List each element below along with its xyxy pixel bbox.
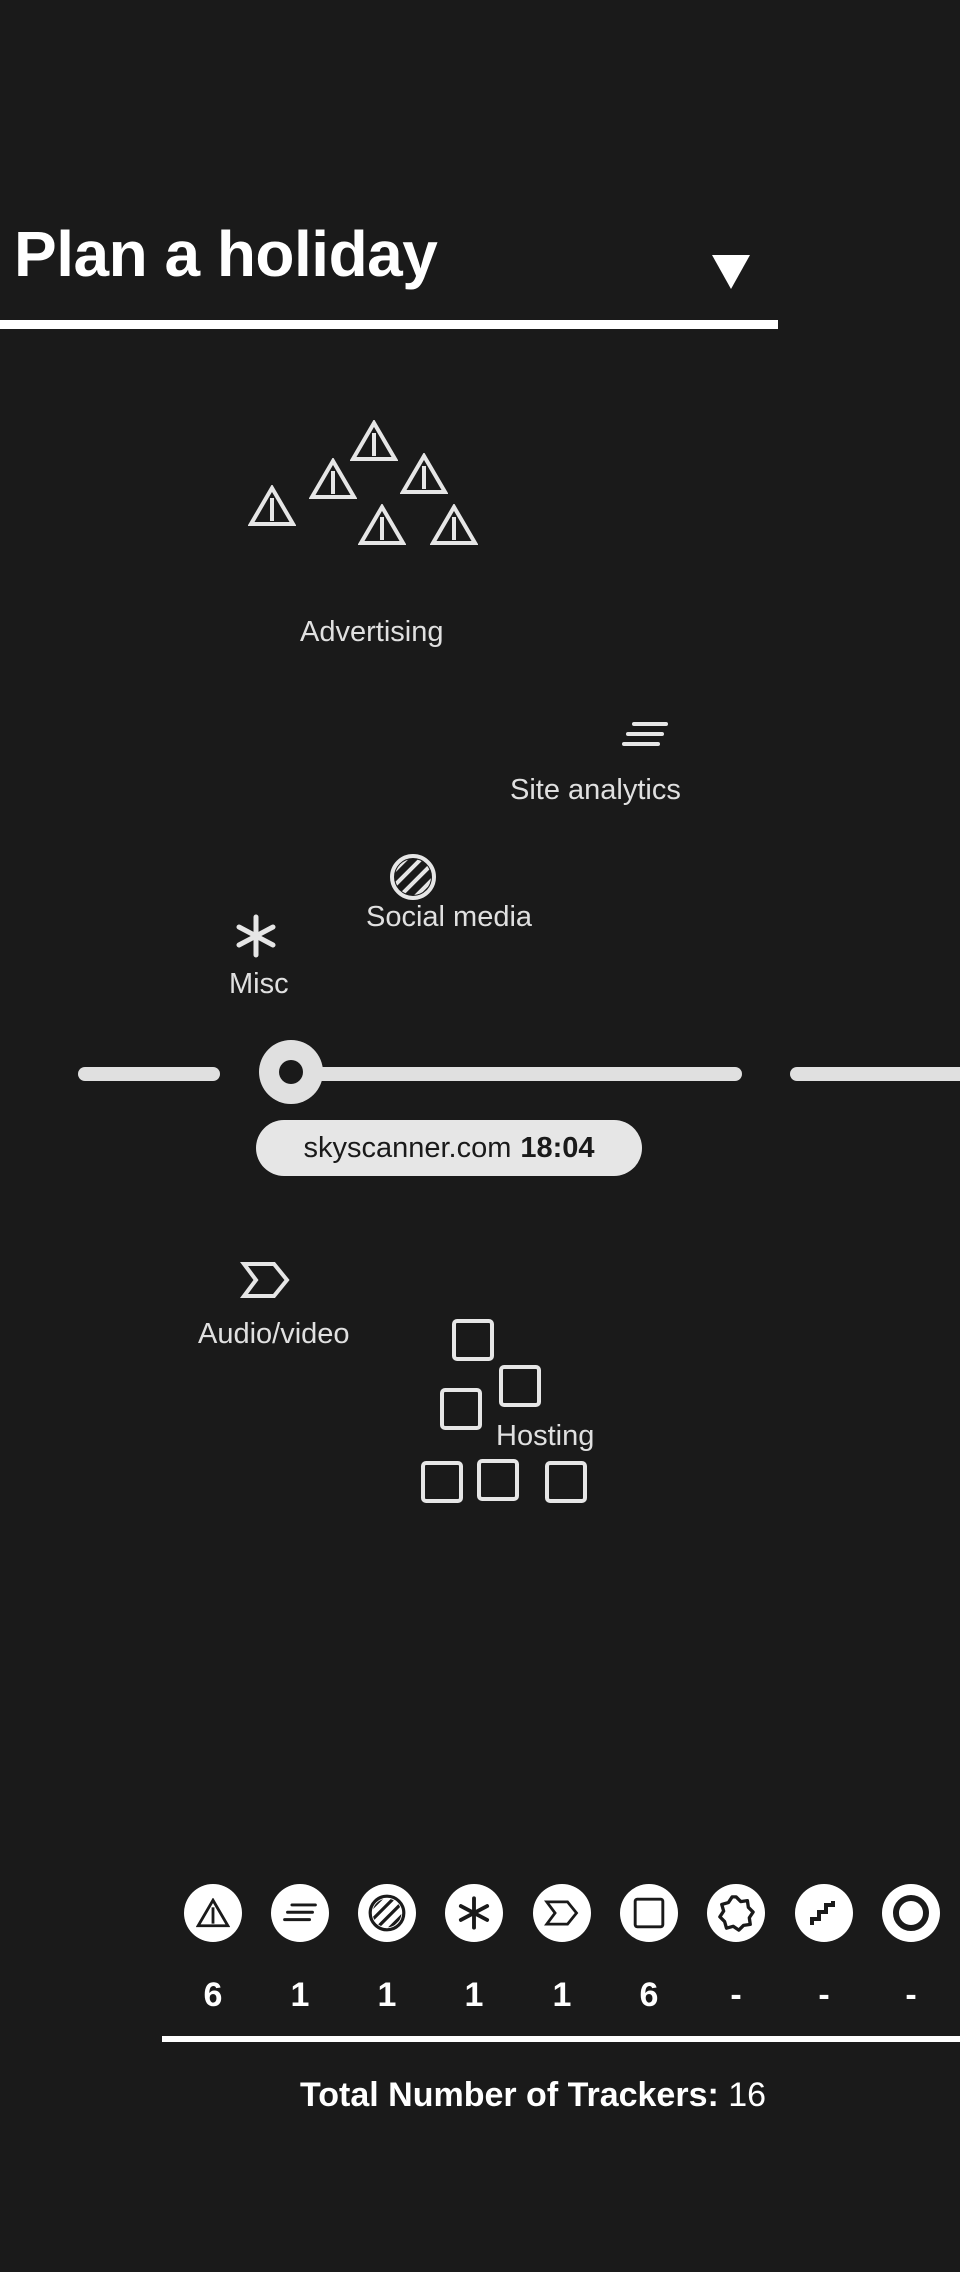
legend-count-advertising: 6 <box>203 1976 223 2014</box>
square-icon <box>439 1387 483 1431</box>
legend-count-misc: 1 <box>464 1976 484 2014</box>
legend-count-hosting: 6 <box>639 1976 659 2014</box>
timeline-track-right <box>790 1067 960 1081</box>
square-icon <box>476 1458 520 1502</box>
site-time-badge: skyscanner.com 18:04 <box>256 1120 642 1176</box>
triangle-warning-icon <box>430 504 478 546</box>
category-label-hosting: Hosting <box>496 1420 595 1452</box>
legend-divider <box>162 2036 960 2042</box>
timeline-track-left <box>78 1067 220 1081</box>
title-underline <box>0 320 778 329</box>
legend-misc-icon[interactable] <box>445 1884 503 1942</box>
legend-advertising-icon[interactable] <box>184 1884 242 1942</box>
timeline-track-main[interactable] <box>292 1067 742 1081</box>
legend-audio-video-icon[interactable] <box>533 1884 591 1942</box>
triangle-warning-icon <box>248 485 296 527</box>
legend-count-stairs: - <box>818 1976 830 2014</box>
triangle-warning-icon <box>358 504 406 546</box>
legend-count-badge: - <box>730 1976 742 2014</box>
triangle-warning-icon <box>350 420 398 462</box>
triangle-warning-icon <box>309 458 357 500</box>
legend-count-ring: - <box>905 1976 917 2014</box>
site-name: skyscanner.com <box>303 1131 512 1164</box>
timeline-slider-handle[interactable] <box>259 1040 323 1104</box>
legend-stairs-icon[interactable] <box>795 1884 853 1942</box>
hatched-circle-icon <box>390 854 436 900</box>
legend-counts: 6 1 1 1 1 6 - - - <box>0 1976 960 2016</box>
category-label-advertising: Advertising <box>300 616 444 648</box>
lines-icon <box>622 722 668 746</box>
asterisk-icon <box>236 914 276 958</box>
advertising-cluster <box>248 420 478 550</box>
category-label-site-analytics: Site analytics <box>510 774 681 806</box>
legend-count-social-media: 1 <box>377 1976 397 2014</box>
category-label-audio-video: Audio/video <box>198 1318 350 1350</box>
square-icon <box>498 1364 542 1408</box>
legend-count-audio-video: 1 <box>552 1976 572 2014</box>
legend-site-analytics-icon[interactable] <box>271 1884 329 1942</box>
legend-social-media-icon[interactable] <box>358 1884 416 1942</box>
category-label-misc: Misc <box>229 968 289 1000</box>
chevron-tag-icon <box>240 1262 290 1298</box>
legend-badge-icon[interactable] <box>707 1884 765 1942</box>
square-icon <box>451 1318 495 1362</box>
square-icon <box>544 1460 588 1504</box>
page-title: Plan a holiday <box>14 218 438 290</box>
legend-ring-icon[interactable] <box>882 1884 940 1942</box>
legend-hosting-icon[interactable] <box>620 1884 678 1942</box>
slider-handle-dot <box>279 1060 303 1084</box>
total-trackers-label: Total Number of Trackers: <box>300 2076 719 2114</box>
hosting-cluster <box>418 1318 592 1508</box>
triangle-warning-icon <box>400 453 448 495</box>
total-trackers-value: 16 <box>728 2076 767 2114</box>
total-trackers: Total Number of Trackers: 16 <box>300 2076 766 2115</box>
legend-icons <box>0 1884 960 1942</box>
dropdown-arrow-icon[interactable] <box>712 255 750 289</box>
category-label-social-media: Social media <box>366 901 533 933</box>
visit-time: 18:04 <box>520 1131 595 1164</box>
legend-count-site-analytics: 1 <box>290 1976 310 2014</box>
square-icon <box>420 1460 464 1504</box>
